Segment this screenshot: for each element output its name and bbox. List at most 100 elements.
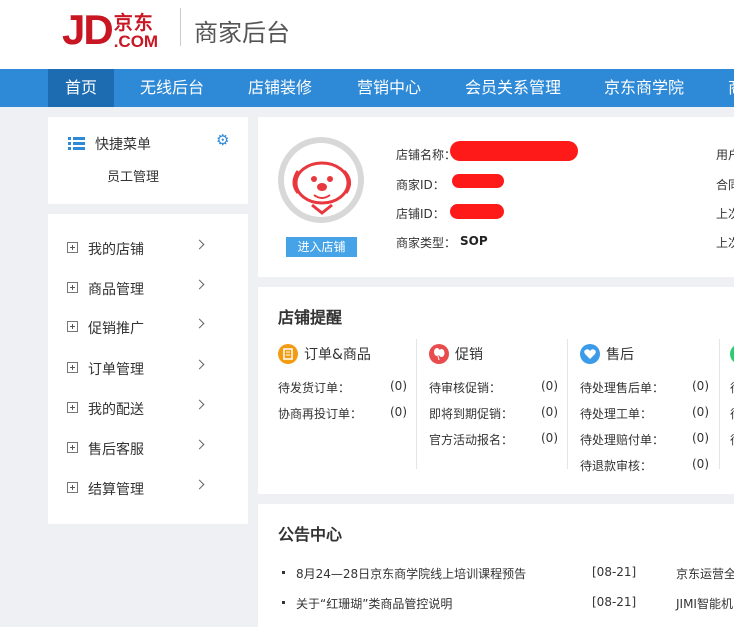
- redacted-merchant-id: [452, 174, 504, 188]
- reminder-count[interactable]: (0): [541, 431, 558, 445]
- sidebar-item-after-sales[interactable]: 售后客服: [48, 436, 248, 464]
- nav-item-home[interactable]: 首页: [48, 69, 114, 107]
- notice-link-right[interactable]: JIMI智能机: [676, 595, 733, 612]
- sidebar-item-label: 我的店铺: [88, 242, 144, 258]
- merchant-id-label: 商家ID：: [396, 178, 445, 192]
- balloon-icon: [429, 344, 449, 364]
- nav-item-decoration[interactable]: 店铺装修: [248, 69, 312, 107]
- quick-menu-panel: 快捷菜单 ⚙ 员工管理: [48, 117, 248, 204]
- nav-item-academy[interactable]: 京东商学院: [604, 69, 684, 107]
- reminder-label[interactable]: 待审核促销：: [429, 379, 501, 396]
- reminder-count[interactable]: (0): [692, 405, 709, 419]
- main-nav: 首页 无线后台 店铺装修 营销中心 会员关系管理 京东商学院 商: [0, 69, 734, 107]
- sidebar-item-label: 商品管理: [88, 282, 144, 298]
- sidebar-item-products[interactable]: 商品管理: [48, 276, 248, 304]
- store-name-label: 店铺名称：: [396, 148, 457, 162]
- reminder-count[interactable]: (0): [390, 379, 407, 393]
- reminder-label[interactable]: 待退款审核：: [580, 457, 652, 474]
- notice-date: [08-21]: [592, 595, 637, 609]
- store-id-label: 店铺ID：: [396, 207, 445, 221]
- reminder-label[interactable]: 待处理工单：: [580, 405, 652, 422]
- sidebar-item-promotion[interactable]: 促销推广: [48, 315, 248, 343]
- chevron-right-icon: [194, 439, 205, 450]
- reminder-label[interactable]: 协商再投订单：: [278, 405, 362, 422]
- quick-menu-item-staff[interactable]: 员工管理: [107, 166, 159, 185]
- chevron-right-icon: [194, 279, 205, 290]
- reminder-count[interactable]: (0): [390, 405, 407, 419]
- reminder-label[interactable]: 待发货订单：: [278, 379, 350, 396]
- merchant-type-value: SOP: [460, 234, 488, 248]
- column-divider: [719, 339, 720, 469]
- clipped-column-icon: [730, 344, 734, 364]
- reminder-count[interactable]: (0): [541, 379, 558, 393]
- notice-link[interactable]: 关于“红珊瑚”类商品管控说明: [296, 595, 452, 612]
- redacted-store-id: [450, 204, 504, 219]
- logo-divider: [180, 8, 181, 46]
- sidebar-item-label: 促销推广: [88, 321, 144, 337]
- logo-jd-text: JD: [62, 6, 114, 53]
- sidebar-item-orders[interactable]: 订单管理: [48, 356, 248, 384]
- notice-center-panel: 公告中心 8月24—28日京东商学院线上培训课程预告 [08-21] 京东运营全…: [258, 504, 734, 627]
- expand-icon: [67, 242, 78, 253]
- expand-icon: [67, 282, 78, 293]
- logo-right: 京东 .COM: [113, 12, 159, 51]
- reminder-count[interactable]: (0): [692, 457, 709, 471]
- reminder-count[interactable]: (0): [541, 405, 558, 419]
- reminders-title: 店铺提醒: [278, 308, 343, 327]
- chevron-right-icon: [194, 318, 205, 329]
- reminder-label-clipped: 待: [730, 431, 734, 448]
- reminder-count[interactable]: (0): [692, 379, 709, 393]
- sidebar-menu: 我的店铺 商品管理 促销推广 订单管理 我的配送 售后客服 结算管理: [48, 214, 248, 524]
- enter-store-button[interactable]: 进入店铺: [286, 237, 357, 257]
- side-label-last-1: 上次: [716, 207, 734, 221]
- expand-icon: [67, 362, 78, 373]
- heart-icon: [580, 344, 600, 364]
- bullet-icon: [282, 571, 285, 574]
- reminder-label[interactable]: 待处理售后单：: [580, 379, 664, 396]
- sidebar-item-settlement[interactable]: 结算管理: [48, 476, 248, 504]
- notice-center-title: 公告中心: [278, 525, 343, 544]
- nav-item-more[interactable]: 商: [728, 69, 734, 107]
- reminder-col-promo-title: 促销: [455, 347, 483, 363]
- side-label-user: 用户: [716, 148, 734, 162]
- store-info-panel: 进入店铺 店铺名称： 商家ID： 店铺ID： 商家类型： SOP 用户 合同 上…: [258, 117, 734, 277]
- sidebar-item-delivery[interactable]: 我的配送: [48, 396, 248, 424]
- side-label-last-2: 上次: [716, 236, 734, 250]
- expand-icon: [67, 402, 78, 413]
- chevron-right-icon: [194, 479, 205, 490]
- sidebar-item-label: 我的配送: [88, 402, 144, 418]
- side-label-contract: 合同: [716, 178, 734, 192]
- system-title: 商家后台: [194, 19, 290, 47]
- nav-item-membership[interactable]: 会员关系管理: [465, 69, 561, 107]
- redacted-store-name: [450, 141, 578, 161]
- logo-cn-text: 京东: [113, 12, 154, 34]
- notice-link[interactable]: 8月24—28日京东商学院线上培训课程预告: [296, 565, 526, 582]
- logo-com-text: .COM: [113, 32, 159, 51]
- reminder-label-clipped: 待: [730, 379, 734, 396]
- reminder-label[interactable]: 待处理赔付单：: [580, 431, 664, 448]
- gear-icon[interactable]: ⚙: [216, 131, 229, 149]
- nav-item-marketing[interactable]: 营销中心: [357, 69, 421, 107]
- sidebar-item-my-store[interactable]: 我的店铺: [48, 236, 248, 264]
- sidebar-item-label: 订单管理: [88, 362, 144, 378]
- chevron-right-icon: [194, 399, 205, 410]
- reminder-col-aftersales-title: 售后: [606, 347, 634, 363]
- expand-icon: [67, 321, 78, 332]
- reminder-label[interactable]: 即将到期促销：: [429, 405, 513, 422]
- nav-item-mobile[interactable]: 无线后台: [140, 69, 204, 107]
- reminder-label-clipped: 待: [730, 405, 734, 422]
- expand-icon: [67, 442, 78, 453]
- reminder-label[interactable]: 官方活动报名：: [429, 431, 513, 448]
- store-avatar[interactable]: [278, 137, 364, 223]
- expand-icon: [67, 482, 78, 493]
- notice-link-right[interactable]: 京东运营全: [676, 565, 734, 582]
- column-divider: [567, 339, 568, 469]
- jd-logo[interactable]: JD 京东 .COM: [62, 6, 159, 53]
- bullet-icon: [282, 601, 285, 604]
- notice-date: [08-21]: [592, 565, 637, 579]
- quick-menu-title: 快捷菜单: [95, 137, 151, 153]
- order-icon: [278, 344, 298, 364]
- reminder-count[interactable]: (0): [692, 431, 709, 445]
- jd-dog-mascot-icon: [284, 143, 358, 217]
- chevron-right-icon: [194, 239, 205, 250]
